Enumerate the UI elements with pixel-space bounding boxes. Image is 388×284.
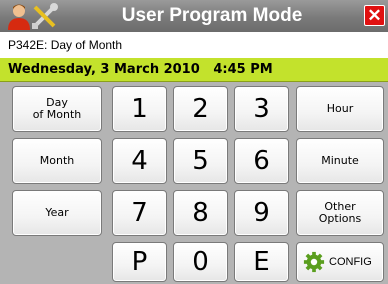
datetime-display: Wednesday, 3 March 2010 4:45 PM bbox=[0, 58, 388, 82]
key-p-label: P bbox=[131, 247, 148, 277]
minute-button[interactable]: Minute bbox=[296, 138, 384, 184]
key-e[interactable]: E bbox=[234, 242, 289, 282]
key-2-label: 2 bbox=[192, 94, 209, 124]
key-6-label: 6 bbox=[253, 146, 270, 176]
key-4-label: 4 bbox=[131, 146, 148, 176]
key-p[interactable]: P bbox=[112, 242, 167, 282]
config-button[interactable]: CONFIG bbox=[296, 242, 384, 282]
day-of-month-button-label: Day of Month bbox=[32, 96, 82, 121]
title-bar: User Program Mode ✕ bbox=[0, 0, 388, 32]
window-title: User Program Mode bbox=[121, 5, 303, 26]
month-button-label: Month bbox=[39, 154, 75, 167]
key-3[interactable]: 3 bbox=[234, 86, 289, 132]
key-3-label: 3 bbox=[253, 94, 270, 124]
config-label: CONFIG bbox=[329, 256, 372, 268]
key-7-label: 7 bbox=[131, 198, 148, 228]
key-1-label: 1 bbox=[131, 94, 148, 124]
key-1[interactable]: 1 bbox=[112, 86, 167, 132]
gear-icon bbox=[303, 251, 325, 273]
other-options-button-label: Other Options bbox=[318, 200, 362, 225]
parameter-label: P342E: Day of Month bbox=[0, 32, 388, 58]
key-8[interactable]: 8 bbox=[173, 190, 228, 236]
year-button-label: Year bbox=[45, 206, 69, 219]
key-8-label: 8 bbox=[192, 198, 209, 228]
close-button[interactable]: ✕ bbox=[364, 5, 385, 26]
key-5-label: 5 bbox=[192, 146, 209, 176]
key-5[interactable]: 5 bbox=[173, 138, 228, 184]
key-9-label: 9 bbox=[253, 198, 270, 228]
key-e-label: E bbox=[253, 247, 270, 277]
minute-button-label: Minute bbox=[321, 154, 359, 167]
hour-button-label: Hour bbox=[326, 102, 354, 115]
key-0-label: 0 bbox=[192, 247, 209, 277]
key-9[interactable]: 9 bbox=[234, 190, 289, 236]
key-2[interactable]: 2 bbox=[173, 86, 228, 132]
year-button[interactable]: Year bbox=[12, 190, 102, 236]
key-6[interactable]: 6 bbox=[234, 138, 289, 184]
hour-button[interactable]: Hour bbox=[296, 86, 384, 132]
key-0[interactable]: 0 bbox=[173, 242, 228, 282]
key-4[interactable]: 4 bbox=[112, 138, 167, 184]
month-button[interactable]: Month bbox=[12, 138, 102, 184]
key-7[interactable]: 7 bbox=[112, 190, 167, 236]
day-of-month-button[interactable]: Day of Month bbox=[12, 86, 102, 132]
other-options-button[interactable]: Other Options bbox=[296, 190, 384, 236]
